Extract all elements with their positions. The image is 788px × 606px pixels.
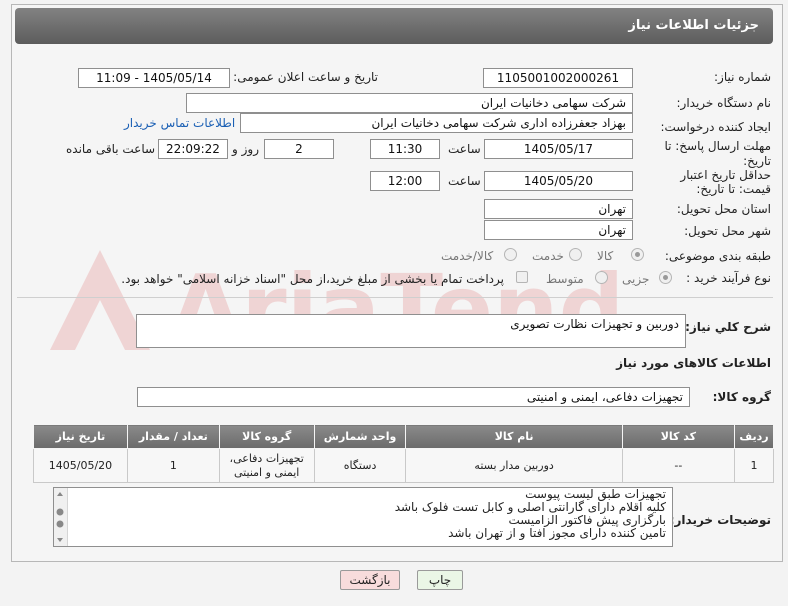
category-option-service: خدمت: [532, 249, 564, 263]
notes-scrollbar[interactable]: [54, 488, 68, 546]
back-button[interactable]: بازگشت: [340, 570, 400, 590]
deadline-label: مهلت ارسال پاسخ: تا تاریخ:: [664, 139, 771, 168]
validity-label: حداقل تاریخ اعتبار قیمت: تا تاریخ:: [680, 168, 771, 196]
city-label: شهر محل تحویل:: [684, 224, 771, 238]
deadline-time-field: 11:30: [370, 139, 440, 159]
category-label: طبقه بندی موضوعی:: [664, 249, 771, 263]
announce-label: تاریخ و ساعت اعلان عمومی:: [233, 70, 378, 84]
province-field: تهران: [484, 199, 633, 219]
buyer-org-label: نام دستگاه خریدار:: [676, 96, 772, 110]
remaining-time-field: 22:09:22: [158, 139, 228, 159]
col-item-name: نام کالا: [405, 424, 623, 449]
buyer-org-field: شرکت سهامی دخانیات ایران: [186, 93, 633, 113]
announce-field: 1405/05/14 - 11:09: [78, 68, 230, 88]
col-item-code: کد کالا: [621, 424, 736, 449]
description-label: شرح کلي نياز:: [685, 320, 771, 334]
validity-time-label: ساعت: [448, 174, 481, 188]
goods-group-field: تجهیزات دفاعی، ایمنی و امنیتی: [137, 387, 690, 407]
divider: [17, 297, 773, 298]
scrollbar-icon: [56, 492, 64, 542]
col-quantity: تعداد / مقدار: [126, 424, 220, 449]
col-row-number: ردیف: [734, 424, 774, 449]
description-field: دوربین و تجهیزات نظارت تصویری: [136, 314, 686, 348]
goods-info-title: اطلاعات کالاهای مورد نیاز: [616, 356, 771, 370]
days-field: 2: [264, 139, 334, 159]
province-label: استان محل تحویل:: [676, 202, 771, 216]
cell-item-code: --: [621, 448, 736, 483]
table-row: 1 -- دوربین مدار بسته دستگاه تجهیزات دفا…: [33, 448, 774, 483]
cell-item-group: تجهیزات دفاعی، ایمنی و امنیتی: [218, 448, 315, 483]
cell-item-name: دوربین مدار بسته: [405, 448, 623, 483]
city-field: تهران: [484, 220, 633, 240]
deadline-time-label: ساعت: [448, 142, 481, 156]
col-unit: واحد شمارش: [313, 424, 407, 449]
category-radio-goods-service[interactable]: [504, 248, 517, 261]
items-table: ردیف کد کالا نام کالا واحد شمارش گروه کا…: [33, 424, 774, 483]
notes-label: توضیحات خریدار:: [669, 513, 771, 527]
need-number-field: 1105001002000261: [483, 68, 633, 88]
remaining-label: ساعت باقی مانده: [66, 142, 156, 156]
process-option-minor: جزیی: [622, 272, 650, 286]
col-item-group: گروه کالا: [218, 424, 315, 449]
payment-note: پرداخت تمام یا بخشی از مبلغ خرید،از محل …: [121, 272, 504, 286]
page-title: جزئیات اطلاعات نیاز: [15, 8, 773, 44]
process-radio-medium[interactable]: [595, 271, 608, 284]
category-radio-goods[interactable]: [631, 248, 644, 261]
goods-group-label: گروه کالا:: [712, 390, 771, 404]
payment-checkbox[interactable]: [516, 271, 528, 283]
requester-label: ایجاد کننده درخواست:: [660, 120, 771, 134]
cell-need-date: 1405/05/20: [33, 448, 128, 483]
category-option-goods: کالا: [597, 249, 614, 263]
table-header-row: ردیف کد کالا نام کالا واحد شمارش گروه کا…: [33, 424, 774, 449]
validity-time-field: 12:00: [370, 171, 440, 191]
days-label: روز و: [232, 142, 259, 156]
contact-info-link[interactable]: اطلاعات تماس خریدار: [124, 116, 235, 130]
process-label: نوع فرآیند خرید :: [686, 271, 771, 285]
print-button[interactable]: چاپ: [417, 570, 463, 590]
process-radio-minor[interactable]: [659, 271, 672, 284]
category-option-goods-service: کالا/خدمت: [441, 249, 494, 263]
validity-date-field: 1405/05/20: [484, 171, 633, 191]
col-need-date: تاریخ نیاز: [33, 424, 128, 449]
category-radio-service[interactable]: [569, 248, 582, 261]
process-option-medium: متوسط: [546, 272, 584, 286]
cell-quantity: 1: [126, 448, 220, 483]
cell-unit: دستگاه: [313, 448, 407, 483]
notes-line: تامین کننده دارای مجوز افتا و از تهران ب…: [448, 526, 666, 540]
cell-row-number: 1: [734, 448, 774, 483]
requester-field: بهزاد جعفرزاده اداری شرکت سهامی دخانیات …: [240, 113, 633, 133]
notes-textarea[interactable]: تجهیزات طبق لیست پیوست کلیه اقلام دارای …: [53, 487, 673, 547]
deadline-date-field: 1405/05/17: [484, 139, 633, 159]
need-number-label: شماره نیاز:: [714, 70, 771, 84]
